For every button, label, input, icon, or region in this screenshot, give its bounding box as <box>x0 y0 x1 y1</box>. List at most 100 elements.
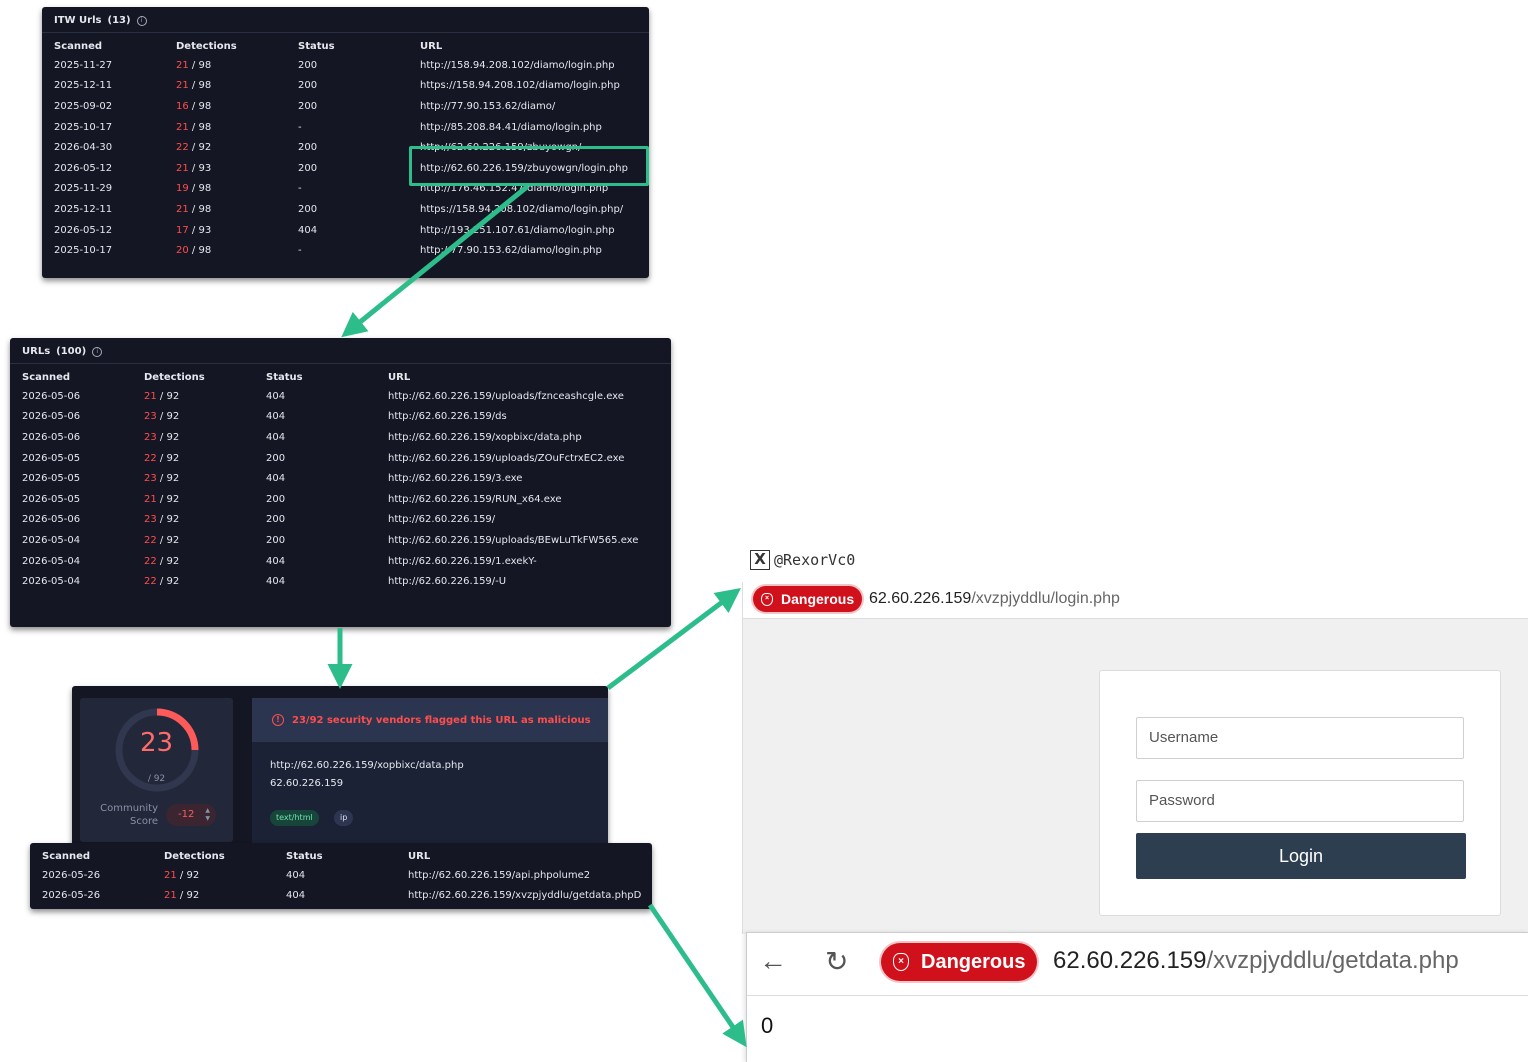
table-row[interactable]: 2026-05-05 23 / 92 404 http://62.60.226.159… <box>22 468 638 489</box>
detection-total: / 98 <box>191 80 212 92</box>
status-code: 200 <box>298 59 318 71</box>
detection-count: 22 <box>144 576 157 588</box>
url-link[interactable]: http://77.90.153.62/diamo/ <box>420 96 628 117</box>
url-link[interactable]: http://62.60.226.159/1.exekY- <box>388 551 638 572</box>
detections-cell: 19 / 98 <box>176 179 298 200</box>
table-row[interactable]: 2026-05-04 22 / 92 404 http://62.60.226.159… <box>22 571 638 592</box>
urls-header-detections[interactable]: Detections <box>144 368 266 386</box>
url-link[interactable]: http://62.60.226.159/xvzpjyddlu/getdata.… <box>408 886 641 907</box>
url-link[interactable]: http://62.60.226.159/RUN_x64.exe <box>388 489 638 510</box>
tag-ip[interactable]: ip <box>334 810 354 826</box>
password-input[interactable]: Password <box>1136 780 1464 822</box>
table-row[interactable]: 2025-10-17 21 / 98- http://85.208.84.41/di… <box>54 117 628 138</box>
scanned-date: 2025-10-17 <box>54 245 113 257</box>
tag-text-html[interactable]: text/html <box>270 810 319 826</box>
table-row[interactable]: 2026-05-06 23 / 92 404 http://62.60.226.159… <box>22 427 638 448</box>
url-link[interactable]: http://62.60.226.159/3.exe <box>388 468 638 489</box>
detection-total: / 98 <box>191 59 212 71</box>
url-link[interactable]: http://77.90.153.62/diamo/login.php <box>420 240 628 261</box>
table-row[interactable]: 2025-12-11 21 / 98 200 https://158.94.208.1… <box>54 199 628 220</box>
dangerous-site-badge[interactable]: × Dangerous <box>881 943 1038 981</box>
detection-total: / 92 <box>179 890 200 902</box>
url-link[interactable]: http://62.60.226.159/uploads/fznceashcgl… <box>388 386 638 407</box>
scanned-ip[interactable]: 62.60.226.159 <box>270 778 343 789</box>
table-row[interactable]: 2026-05-06 23 / 92 404 http://62.60.226.159… <box>22 407 638 428</box>
reload-icon[interactable]: ↻ <box>825 945 848 978</box>
url-link[interactable]: https://158.94.208.102/diamo/login.php <box>420 76 628 97</box>
table-row[interactable]: 2026-05-26 21 / 92 404 http://62.60.226.159… <box>42 865 641 886</box>
itw-header-status[interactable]: Status <box>298 37 420 55</box>
login-button[interactable]: Login <box>1136 833 1466 879</box>
table-row[interactable]: 2025-09-02 16 / 98 200 http://77.90.153.62/… <box>54 96 628 117</box>
url-link[interactable]: http://158.94.208.102/diamo/login.php <box>420 55 628 76</box>
detection-count: 16 <box>176 100 189 112</box>
info-icon[interactable]: i <box>92 346 103 357</box>
vote-arrows-icon[interactable]: ▲ ▼ <box>205 807 210 823</box>
url-link[interactable]: http://62.60.226.159/uploads/ZOuFctrxEC2… <box>388 448 638 469</box>
urls-header-scanned[interactable]: Scanned <box>22 368 144 386</box>
detections-cell: 22 / 92 <box>144 551 266 572</box>
info-icon[interactable]: i <box>136 15 147 26</box>
itw-header-scanned[interactable]: Scanned <box>54 37 176 55</box>
detections-cell: 23 / 92 <box>144 468 266 489</box>
username-input[interactable]: Username <box>1136 717 1464 759</box>
detections-cell: 22 / 92 <box>144 448 266 469</box>
url-link[interactable]: http://62.60.226.159/ds <box>388 407 638 428</box>
url-summary-panel: 23 / 92 Community Score -12 ▲ ▼ ! 23/92 s… <box>72 686 608 846</box>
detection-total: / 92 <box>159 576 180 588</box>
table-row[interactable]: 2025-11-27 21 / 98 200 http://158.94.208.10… <box>54 55 628 76</box>
scanned-date: 2026-05-05 <box>22 493 81 505</box>
table-row[interactable]: 2025-12-11 21 / 98 200 https://158.94.208.1… <box>54 76 628 97</box>
relations-header-url[interactable]: URL <box>408 847 641 865</box>
itw-header-url[interactable]: URL <box>420 37 628 55</box>
url-link[interactable]: http://62.60.226.159/uploads/BEwLuTkFW56… <box>388 530 638 551</box>
table-row[interactable]: 2026-05-05 21 / 92 200 http://62.60.226.159… <box>22 489 638 510</box>
table-row[interactable]: 2026-05-06 23 / 92 200 http://62.60.226.159… <box>22 510 638 531</box>
url-link[interactable]: http://193.251.107.61/diamo/login.php <box>420 220 628 241</box>
table-row[interactable]: 2026-05-12 17 / 93 404 http://193.251.107.6… <box>54 220 628 241</box>
table-row[interactable]: 2026-05-26 21 / 92 404 http://62.60.226.159… <box>42 886 641 907</box>
detection-total: / 92 <box>159 534 180 546</box>
table-row[interactable]: 2026-05-06 21 / 92 404 http://62.60.226.159… <box>22 386 638 407</box>
urls-header-status[interactable]: Status <box>266 368 388 386</box>
table-row[interactable]: 2026-05-04 22 / 92 200 http://62.60.226.159… <box>22 530 638 551</box>
itw-header-detections[interactable]: Detections <box>176 37 298 55</box>
relations-header-scanned[interactable]: Scanned <box>42 847 164 865</box>
table-row[interactable]: 2025-10-17 20 / 98- http://77.90.153.62/di… <box>54 240 628 261</box>
detection-count: 21 <box>176 59 189 71</box>
detection-count: 21 <box>164 869 177 881</box>
detections-cell: 21 / 98 <box>176 199 298 220</box>
itw-panel-header: ITW Urls (13) i <box>42 7 649 33</box>
url-link[interactable]: http://62.60.226.159/ <box>388 510 638 531</box>
urls-header-url[interactable]: URL <box>388 368 638 386</box>
url-link[interactable]: http://85.208.84.41/diamo/login.php <box>420 117 628 138</box>
url-link[interactable]: http://62.60.226.159/xopbixc/data.php <box>388 427 638 448</box>
detection-total: / 92 <box>159 411 180 423</box>
detections-cell: 23 / 92 <box>144 510 266 531</box>
detection-count: 17 <box>176 224 189 236</box>
scanned-date: 2026-05-06 <box>22 390 81 402</box>
danger-label: Dangerous <box>921 950 1026 973</box>
relations-header-detections[interactable]: Detections <box>164 847 286 865</box>
url-text[interactable]: 62.60.226.159/xvzpjyddlu/getdata.php <box>1053 947 1459 975</box>
address-bar[interactable]: × Dangerous 62.60.226.159/xvzpjyddlu/log… <box>743 582 1528 619</box>
dangerous-site-badge[interactable]: × Dangerous <box>753 586 863 612</box>
status-code: 200 <box>298 100 318 112</box>
scanned-url[interactable]: http://62.60.226.159/xopbixc/data.php <box>270 760 464 771</box>
status-code: 404 <box>266 555 286 567</box>
url-host: 62.60.226.159 <box>869 590 972 607</box>
url-link[interactable]: http://62.60.226.159/api.phpolume2 <box>408 865 641 886</box>
detection-count: 22 <box>144 555 157 567</box>
detections-cell: 22 / 92 <box>144 571 266 592</box>
url-text[interactable]: 62.60.226.159/xvzpjyddlu/login.php <box>869 590 1120 608</box>
community-score-pill[interactable]: -12 ▲ ▼ <box>166 804 216 826</box>
relations-header-status[interactable]: Status <box>286 847 408 865</box>
table-row[interactable]: 2026-05-05 22 / 92 200 http://62.60.226.159… <box>22 448 638 469</box>
table-row[interactable]: 2026-05-04 22 / 92 404 http://62.60.226.159… <box>22 551 638 572</box>
detection-count: 21 <box>164 890 177 902</box>
back-arrow-icon[interactable]: ← <box>759 945 787 977</box>
detection-count: 23 <box>144 431 157 443</box>
url-link[interactable]: http://62.60.226.159/-U <box>388 571 638 592</box>
detection-total: / 98 <box>191 203 212 215</box>
url-link[interactable]: https://158.94.208.102/diamo/login.php/ <box>420 199 628 220</box>
